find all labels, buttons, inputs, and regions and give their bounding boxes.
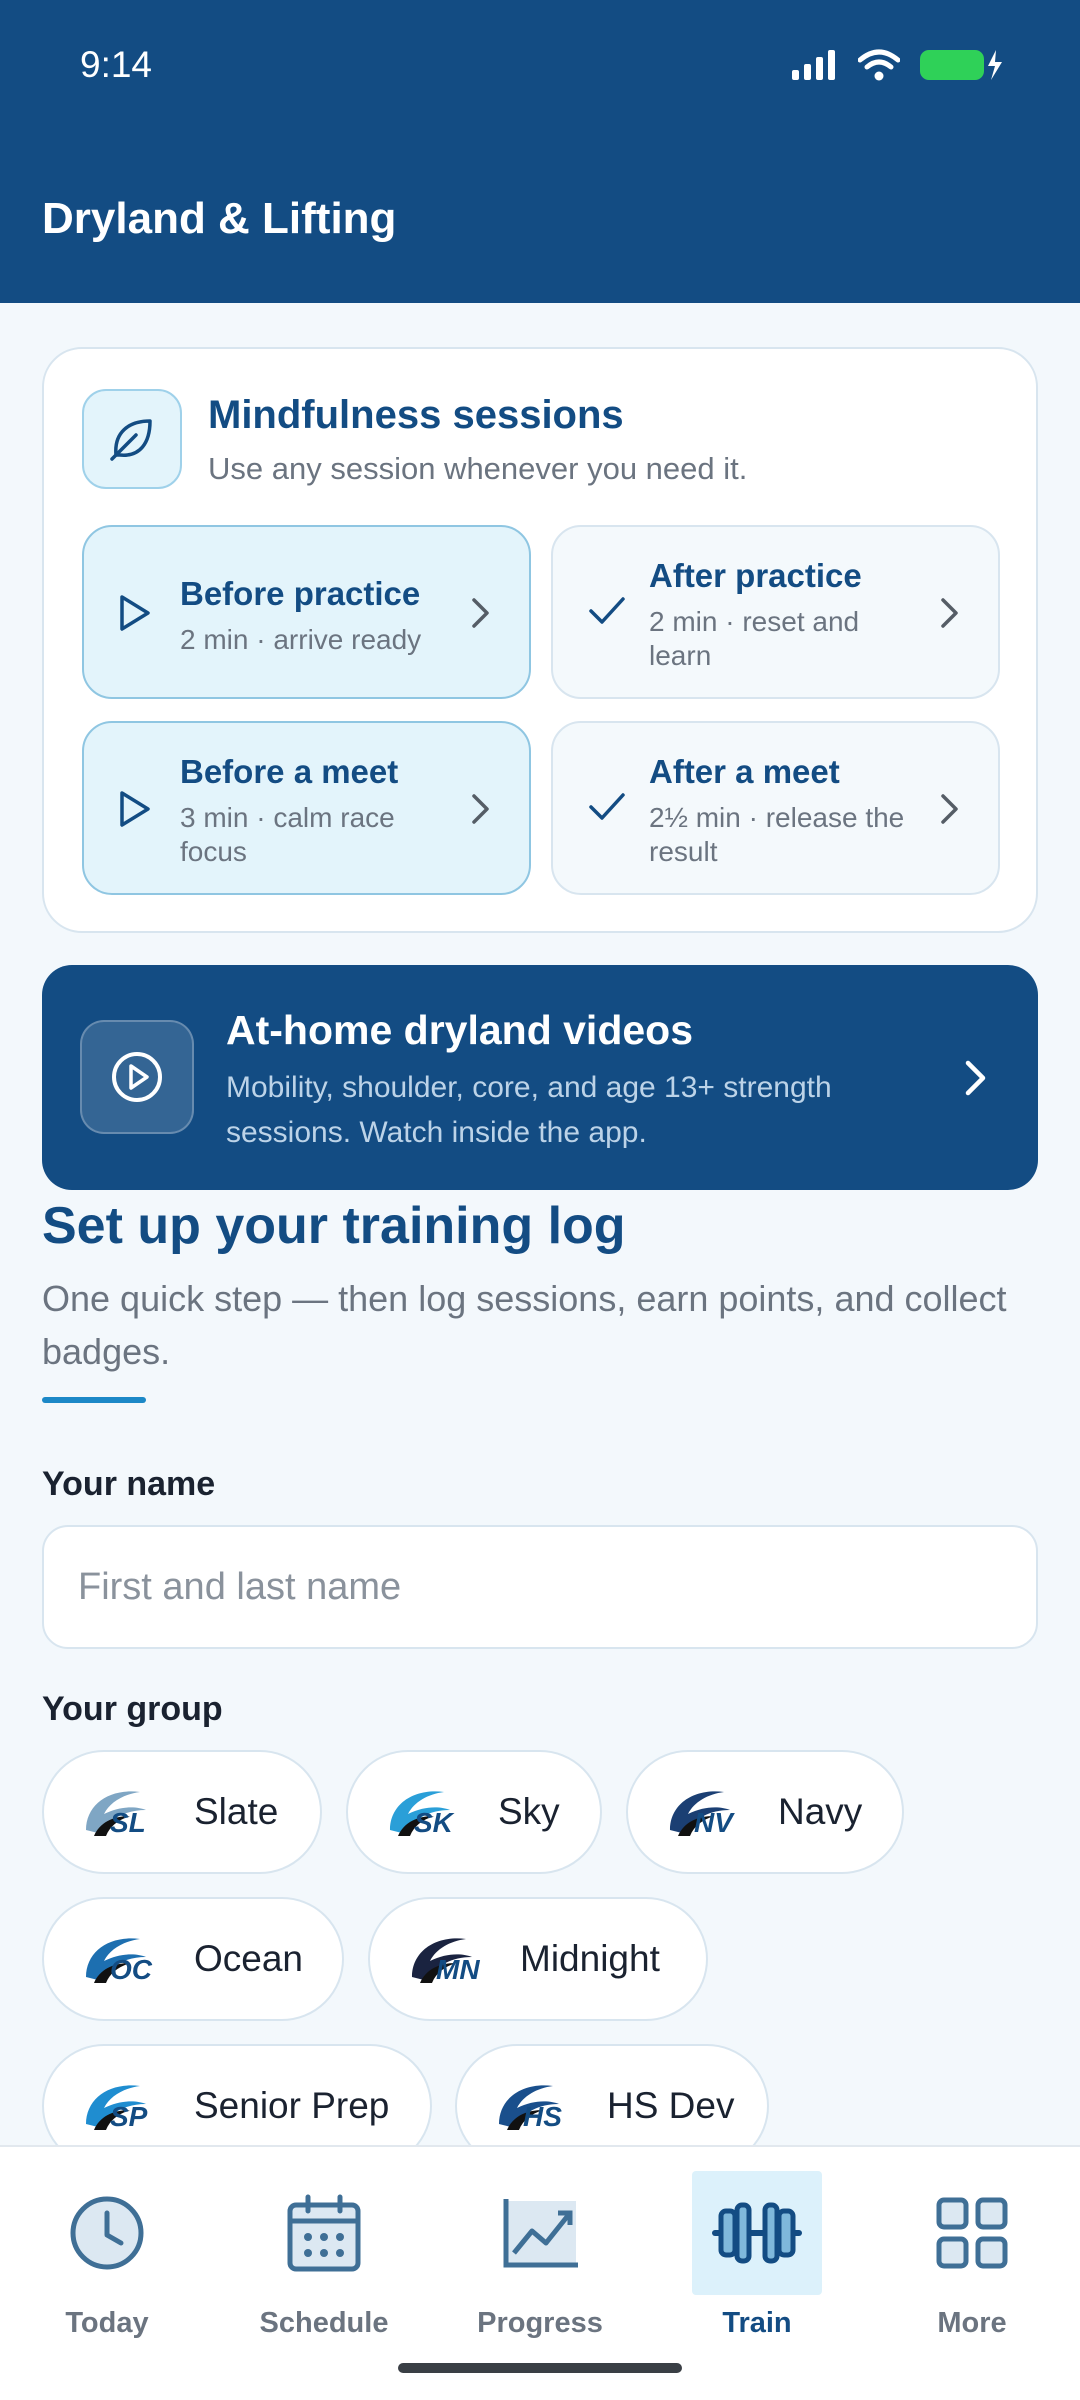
chevron-right-icon <box>472 598 489 628</box>
mindfulness-subtitle: Use any session whenever you need it. <box>208 451 748 486</box>
group-logo-icon: SL <box>86 1791 146 1838</box>
bottom-tab-bar: Today Schedule Progress Train More <box>0 2145 1080 2400</box>
svg-text:OC: OC <box>110 1954 153 1985</box>
play-icon <box>120 595 150 631</box>
group-chip-slate[interactable]: SL Slate <box>42 1750 322 1874</box>
group-chip-ocean[interactable]: OC Ocean <box>42 1897 344 2021</box>
battery-icon <box>920 50 1002 80</box>
dumbbell-icon <box>692 2171 822 2295</box>
svg-text:MN: MN <box>436 1954 480 1985</box>
group-chip-label: Midnight <box>520 1938 660 1979</box>
tab-label: Schedule <box>259 2307 389 2339</box>
session-subtitle: 2½ min · release the result <box>649 802 905 867</box>
session-before-practice[interactable]: Before practice 2 min · arrive ready <box>82 525 531 699</box>
session-title: After a meet <box>649 753 840 790</box>
play-icon <box>120 791 150 827</box>
check-icon <box>589 793 625 820</box>
tab-more[interactable]: More <box>907 2171 1037 2371</box>
dryland-videos-card[interactable]: At-home dryland videos Mobility, shoulde… <box>42 965 1038 1190</box>
chevron-right-icon <box>941 794 958 824</box>
play-circle-icon <box>80 1020 194 1134</box>
wifi-icon <box>858 49 900 81</box>
group-logo-icon: SK <box>390 1791 455 1838</box>
chevron-right-icon <box>941 598 958 628</box>
section-divider <box>42 1397 146 1403</box>
group-logo-icon: MN <box>412 1938 480 1985</box>
group-chip-navy[interactable]: NV Navy <box>626 1750 904 1874</box>
setup-title: Set up your training log <box>42 1197 626 1255</box>
setup-subtitle: One quick step — then log sessions, earn… <box>42 1278 1007 1372</box>
group-logo-icon: SP <box>86 2085 148 2132</box>
group-chip-label: Senior Prep <box>194 2085 390 2126</box>
group-chip-label: Navy <box>778 1791 863 1832</box>
tab-schedule[interactable]: Schedule <box>259 2171 389 2371</box>
svg-text:SP: SP <box>110 2101 148 2132</box>
session-subtitle: 2 min · arrive ready <box>180 624 422 655</box>
group-chip-midnight[interactable]: MN Midnight <box>368 1897 708 2021</box>
chevron-right-icon <box>965 1060 986 1096</box>
group-chip-label: Ocean <box>194 1938 304 1979</box>
group-chip-label: Slate <box>194 1791 279 1832</box>
tab-label: More <box>937 2307 1007 2339</box>
name-input[interactable] <box>42 1525 1038 1649</box>
group-label: Your group <box>42 1690 223 1728</box>
group-logo-icon: HS <box>499 2085 562 2132</box>
chevron-right-icon <box>472 794 489 824</box>
signal-icon <box>792 50 835 80</box>
group-logo-icon: OC <box>86 1938 153 1985</box>
page-title: Dryland & Lifting <box>42 194 397 243</box>
tab-progress[interactable]: Progress <box>475 2171 605 2371</box>
group-chip-label: Sky <box>498 1791 560 1832</box>
session-title: After practice <box>649 557 862 594</box>
svg-text:SK: SK <box>414 1807 455 1838</box>
grid-icon <box>907 2171 1037 2295</box>
tab-label: Train <box>722 2307 792 2339</box>
tab-label: Today <box>65 2307 149 2339</box>
tab-train[interactable]: Train <box>692 2171 822 2371</box>
tab-today[interactable]: Today <box>42 2171 172 2371</box>
svg-text:NV: NV <box>694 1807 735 1838</box>
home-indicator <box>398 2363 682 2373</box>
session-title: Before a meet <box>180 753 399 790</box>
status-time: 9:14 <box>80 44 153 85</box>
leaf-icon <box>82 389 182 489</box>
chart-icon <box>475 2171 605 2295</box>
session-subtitle: 3 min · calm race focus <box>180 802 395 867</box>
tab-label: Progress <box>477 2307 603 2339</box>
mindfulness-title: Mindfulness sessions <box>208 393 624 437</box>
app-header: 9:14 Dryland & Lifting <box>0 0 1080 303</box>
status-icons <box>792 48 1004 82</box>
group-chip-label: HS Dev <box>607 2085 735 2126</box>
videos-subtitle: Mobility, shoulder, core, and age 13+ st… <box>226 1071 832 1149</box>
videos-title: At-home dryland videos <box>226 1007 694 1053</box>
mindfulness-card: Mindfulness sessions Use any session whe… <box>42 347 1038 933</box>
group-logo-icon: NV <box>670 1791 735 1838</box>
check-icon <box>589 597 625 624</box>
session-title: Before practice <box>180 575 421 612</box>
session-after-meet[interactable]: After a meet 2½ min · release the result <box>551 721 1000 895</box>
session-subtitle: 2 min · reset and learn <box>649 606 860 671</box>
svg-text:HS: HS <box>523 2101 562 2132</box>
clock-icon <box>42 2171 172 2295</box>
svg-text:SL: SL <box>110 1807 146 1838</box>
calendar-icon <box>259 2171 389 2295</box>
group-chip-sky[interactable]: SK Sky <box>346 1750 602 1874</box>
session-after-practice[interactable]: After practice 2 min · reset and learn <box>551 525 1000 699</box>
session-before-meet[interactable]: Before a meet 3 min · calm race focus <box>82 721 531 895</box>
name-label: Your name <box>42 1465 216 1503</box>
